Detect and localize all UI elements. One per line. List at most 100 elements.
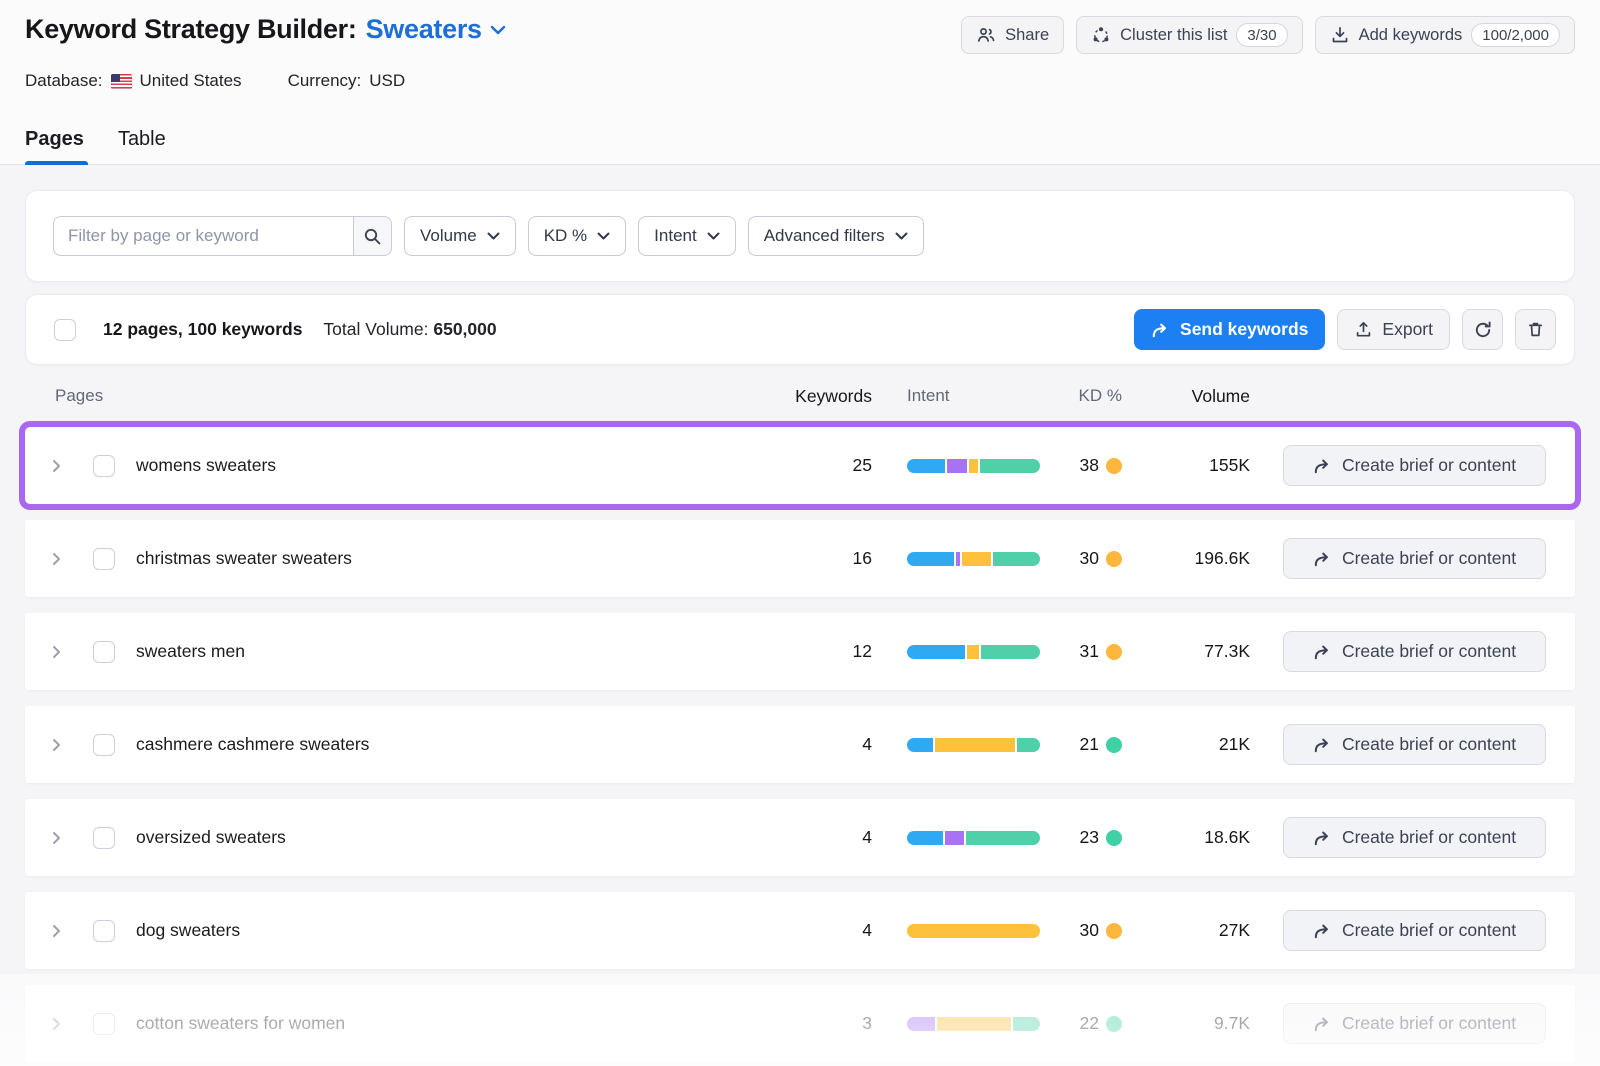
select-all-checkbox[interactable] <box>54 319 76 341</box>
create-brief-label: Create brief or content <box>1342 734 1516 755</box>
expand-chevron-icon[interactable] <box>47 1015 65 1033</box>
send-arrow-icon <box>1313 829 1332 847</box>
row-checkbox[interactable] <box>93 548 115 570</box>
refresh-icon <box>1473 320 1493 340</box>
expand-chevron-icon[interactable] <box>47 457 65 475</box>
intent-filter-label: Intent <box>654 226 697 246</box>
chevron-down-icon <box>895 232 908 240</box>
volume-value: 21K <box>1122 734 1250 755</box>
volume-value: 155K <box>1122 455 1250 476</box>
share-button[interactable]: Share <box>961 16 1064 54</box>
export-button[interactable]: Export <box>1337 309 1450 350</box>
create-brief-label: Create brief or content <box>1342 641 1516 662</box>
intent-bar <box>907 552 1040 566</box>
keywords-count-badge: 100/2,000 <box>1471 23 1560 47</box>
column-header-keywords: Keywords <box>756 386 872 407</box>
intent-bar <box>907 831 1040 845</box>
keywords-count: 12 <box>756 641 872 662</box>
search-button[interactable] <box>353 216 392 256</box>
total-volume: Total Volume: 650,000 <box>323 319 496 340</box>
content-area: Volume KD % Intent Advanced filters 12 p… <box>0 165 1600 1066</box>
column-header-kd: KD % <box>1040 386 1122 406</box>
table-row: dog sweaters 4 30 27K Create brief or co… <box>25 892 1575 969</box>
row-checkbox[interactable] <box>93 455 115 477</box>
create-brief-label: Create brief or content <box>1342 920 1516 941</box>
table-row: oversized sweaters 4 23 18.6K Create bri… <box>25 799 1575 876</box>
create-brief-label: Create brief or content <box>1342 1013 1516 1034</box>
table-row: cashmere cashmere sweaters 4 21 21K Crea… <box>25 706 1575 783</box>
create-brief-button[interactable]: Create brief or content <box>1283 631 1546 672</box>
filter-bar: Volume KD % Intent Advanced filters <box>25 190 1575 282</box>
row-checkbox[interactable] <box>93 920 115 942</box>
send-arrow-icon <box>1313 736 1332 754</box>
send-arrow-icon <box>1313 643 1332 661</box>
search-icon <box>363 227 382 246</box>
create-brief-button[interactable]: Create brief or content <box>1283 445 1546 486</box>
intent-bar <box>907 738 1040 752</box>
row-checkbox[interactable] <box>93 641 115 663</box>
refresh-button[interactable] <box>1462 309 1503 350</box>
export-label: Export <box>1382 319 1433 340</box>
table-header: Pages Keywords Intent KD % Volume <box>25 365 1575 427</box>
search-input[interactable] <box>53 216 353 256</box>
volume-value: 77.3K <box>1122 641 1250 662</box>
advanced-filters-label: Advanced filters <box>764 226 885 246</box>
row-checkbox[interactable] <box>93 1013 115 1035</box>
volume-filter-label: Volume <box>420 226 477 246</box>
create-brief-label: Create brief or content <box>1342 455 1516 476</box>
intent-bar <box>907 924 1040 938</box>
download-icon <box>1330 25 1350 45</box>
volume-value: 9.7K <box>1122 1013 1250 1034</box>
currency-label: Currency: <box>288 71 362 91</box>
expand-chevron-icon[interactable] <box>47 922 65 940</box>
table-row: christmas sweater sweaters 16 30 196.6K … <box>25 520 1575 597</box>
chevron-down-icon <box>597 232 610 240</box>
cluster-this-list-button[interactable]: Cluster this list 3/30 <box>1076 16 1302 54</box>
send-arrow-icon <box>1151 321 1170 339</box>
kd-value: 30 <box>1080 548 1099 569</box>
share-users-icon <box>976 25 996 45</box>
create-brief-button[interactable]: Create brief or content <box>1283 910 1546 951</box>
create-brief-label: Create brief or content <box>1342 548 1516 569</box>
selection-summary: 12 pages, 100 keywords <box>103 319 302 340</box>
column-header-volume: Volume <box>1122 386 1250 407</box>
keywords-count: 25 <box>756 455 872 476</box>
kd-filter-label: KD % <box>544 226 587 246</box>
send-keywords-button[interactable]: Send keywords <box>1134 309 1325 350</box>
expand-chevron-icon[interactable] <box>47 736 65 754</box>
create-brief-button[interactable]: Create brief or content <box>1283 817 1546 858</box>
add-keywords-label: Add keywords <box>1359 26 1463 45</box>
intent-filter-dropdown[interactable]: Intent <box>638 216 736 256</box>
expand-chevron-icon[interactable] <box>47 829 65 847</box>
keywords-count: 3 <box>756 1013 872 1034</box>
volume-filter-dropdown[interactable]: Volume <box>404 216 516 256</box>
tab-table[interactable]: Table <box>118 128 166 164</box>
advanced-filters-dropdown[interactable]: Advanced filters <box>748 216 924 256</box>
create-brief-button[interactable]: Create brief or content <box>1283 724 1546 765</box>
keywords-count: 4 <box>756 920 872 941</box>
row-checkbox[interactable] <box>93 734 115 756</box>
kd-value: 30 <box>1080 920 1099 941</box>
row-checkbox[interactable] <box>93 827 115 849</box>
expand-chevron-icon[interactable] <box>47 550 65 568</box>
share-label: Share <box>1005 26 1049 45</box>
chevron-down-icon <box>707 232 720 240</box>
database-value: United States <box>140 71 242 91</box>
kd-difficulty-dot <box>1106 830 1122 846</box>
kd-difficulty-dot <box>1106 923 1122 939</box>
total-volume-label: Total Volume: <box>323 319 428 339</box>
delete-button[interactable] <box>1515 309 1556 350</box>
keywords-count: 4 <box>756 734 872 755</box>
tab-pages[interactable]: Pages <box>25 128 84 164</box>
expand-chevron-icon[interactable] <box>47 643 65 661</box>
list-picker[interactable]: Sweaters <box>366 14 506 45</box>
page-name: christmas sweater sweaters <box>125 548 756 569</box>
kd-filter-dropdown[interactable]: KD % <box>528 216 626 256</box>
selection-bar: 12 pages, 100 keywords Total Volume: 650… <box>25 294 1575 365</box>
create-brief-label: Create brief or content <box>1342 827 1516 848</box>
create-brief-button[interactable]: Create brief or content <box>1283 538 1546 579</box>
column-header-pages: Pages <box>25 386 756 406</box>
create-brief-button[interactable]: Create brief or content <box>1283 1003 1546 1044</box>
add-keywords-button[interactable]: Add keywords 100/2,000 <box>1315 16 1575 54</box>
cluster-count-badge: 3/30 <box>1236 23 1287 47</box>
